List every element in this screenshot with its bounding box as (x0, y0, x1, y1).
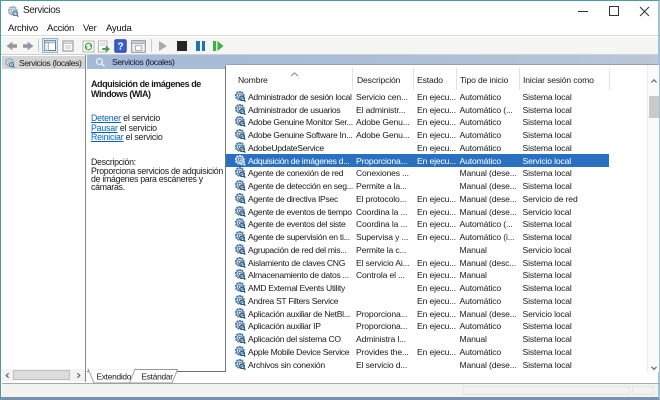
svg-text:?: ? (117, 42, 123, 53)
svg-text:Estándar: Estándar (142, 372, 174, 382)
svg-text:Extendido: Extendido (97, 372, 132, 382)
